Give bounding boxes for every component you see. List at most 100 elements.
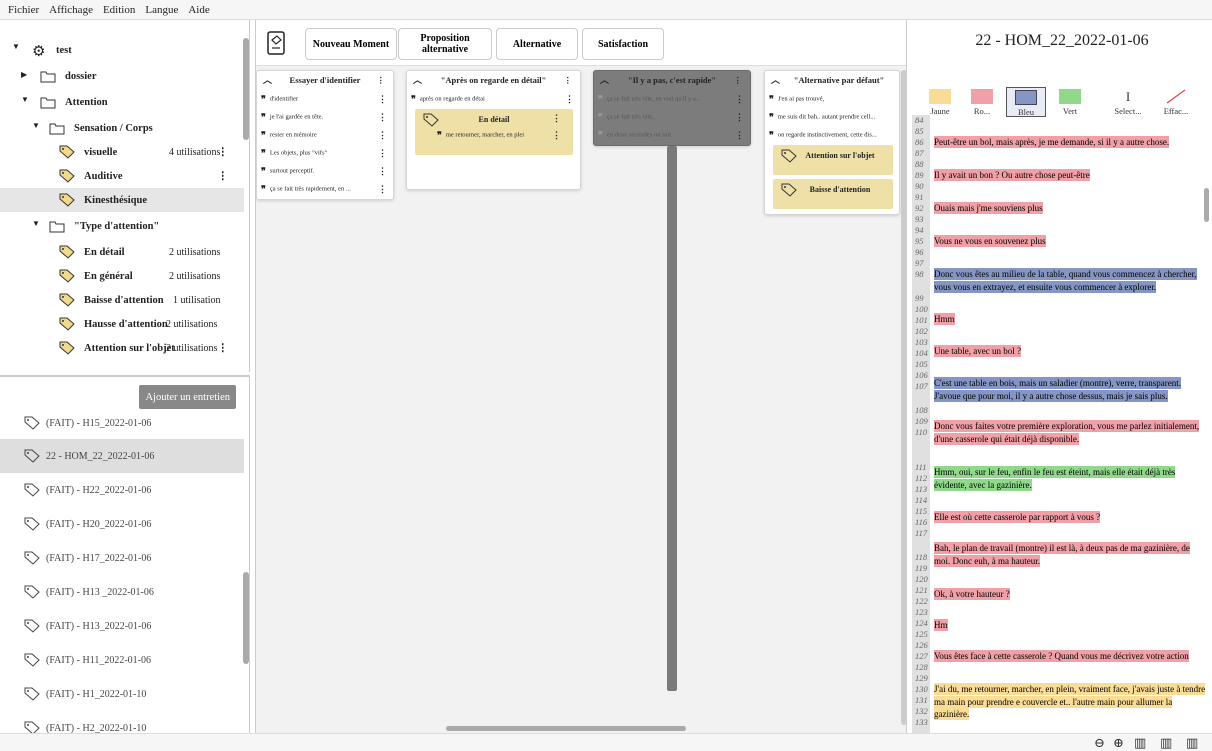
transcript-line[interactable]: Il y avait un bon ? Ou autre chose peut-… — [934, 169, 1206, 182]
transcript-text[interactable]: J'ai du, me retourner, marcher, en plein… — [934, 683, 1206, 720]
transcript-text[interactable]: Ouais mais j'me souviens plus — [934, 202, 1043, 214]
tree-item-hausse[interactable]: Hausse d'attention 2 utilisations — [0, 312, 244, 336]
moment-title[interactable]: "Après on regarde en détail" — [441, 75, 547, 85]
caret-down-icon[interactable]: ▼ — [12, 42, 20, 51]
interview-item[interactable]: (FAIT) - H11_2022-01-06 — [0, 643, 244, 677]
interview-item[interactable]: (FAIT) - H13 _2022-01-06 — [0, 575, 244, 609]
excerpt[interactable]: ❞ après on regarde en détai ⋮ — [411, 91, 576, 107]
tree-item-sensation[interactable]: ▼ Sensation / Corps — [0, 116, 244, 140]
board-vertical-scrollbar[interactable] — [901, 70, 906, 725]
tree-root[interactable]: ▼ ⚙ test — [0, 38, 244, 62]
tree-item-en-general[interactable]: En général 2 utilisations — [0, 264, 244, 288]
satisfaction-button[interactable]: Satisfaction — [582, 28, 664, 60]
interviews-scrollbar[interactable] — [243, 572, 249, 664]
transcript-text[interactable]: Une table, avec un bol ? — [934, 345, 1021, 357]
moment-card[interactable]: ︿ Essayer d'identifier ⋮ ❞ d'identifier ⋮ … — [256, 70, 394, 200]
interview-item-selected[interactable]: 22 - HOM_22_2022-01-06 — [0, 439, 244, 473]
more-options-icon[interactable]: ⋮ — [735, 127, 744, 143]
caret-right-icon[interactable]: ▶ — [21, 70, 27, 79]
more-options-icon[interactable]: ⋮ — [218, 170, 229, 182]
more-options-icon[interactable]: ⋮ — [218, 146, 229, 158]
transcript-text-area[interactable]: 84 85 86 87 88 89 90 91 92 93 94 95 96 9… — [912, 115, 1212, 733]
tree-item-dossier[interactable]: ▶ dossier — [0, 64, 244, 88]
excerpt[interactable]: ❞ ça se fait très vite, en voit qu'il y a… — [598, 91, 746, 107]
more-options-icon[interactable]: ⋮ — [564, 71, 573, 89]
alternative-proposal-button[interactable]: Proposition alternative — [398, 28, 492, 60]
more-options-icon[interactable]: ⋮ — [552, 127, 561, 143]
transcript-text[interactable]: Elle est où cette casserole par rapport … — [934, 511, 1101, 523]
more-options-icon[interactable]: ⋮ — [378, 145, 387, 161]
layout-columns-icon[interactable]: ▥ — [1160, 735, 1172, 751]
tag-box[interactable]: En détail ⋮ ❞ me retourner, marcher, en p… — [415, 109, 573, 155]
excerpt[interactable]: ❞ je l'ai gardée en tête. ⋮ — [261, 109, 389, 125]
transcript-text[interactable]: Hmm, oui, sur le feu, enfin le feu est é… — [934, 466, 1176, 491]
transcript-text[interactable]: Vous ne vous en souvenez plus — [934, 235, 1046, 247]
transcript-line[interactable]: Peut-être un bol, mais après, je me dema… — [934, 136, 1206, 149]
tree-item-type-attention[interactable]: ▼ "Type d'attention" — [0, 214, 244, 238]
menu-language[interactable]: Langue — [145, 4, 178, 16]
menu-file[interactable]: Fichier — [8, 4, 39, 16]
excerpt[interactable]: ❞ d'identifier ⋮ — [261, 91, 389, 107]
transcript-line[interactable]: Hmm — [934, 313, 1206, 326]
transcript-line[interactable]: Ok, à votre hauteur ? — [934, 588, 1206, 601]
more-options-icon[interactable]: ⋮ — [735, 91, 744, 107]
transcript-text[interactable]: Il y avait un bon ? Ou autre chose peut-… — [934, 169, 1090, 181]
excerpt[interactable]: ❞ Les objets, plus "vifs" ⋮ — [261, 145, 389, 161]
transcript-line[interactable]: Donc vous faites votre première explorat… — [934, 420, 1206, 445]
more-options-icon[interactable]: ⋮ — [218, 342, 229, 354]
transcript-line[interactable]: Ouais mais j'me souviens plus — [934, 202, 1206, 215]
more-options-icon[interactable]: ⋮ — [378, 163, 387, 179]
more-options-icon[interactable]: ⋮ — [735, 109, 744, 125]
tree-item-attention-objet[interactable]: Attention sur l'objet 2 utilisations ⋮ — [0, 336, 244, 360]
interview-item[interactable]: (FAIT) - H17_2022-01-06 — [0, 541, 244, 575]
transcript-text[interactable]: C'est une table en bois, mais un saladie… — [934, 377, 1182, 402]
new-moment-button[interactable]: Nouveau Moment — [305, 28, 397, 60]
transcript-line[interactable]: Elle est où cette casserole par rapport … — [934, 511, 1206, 524]
zoom-out-icon[interactable]: ⊖ — [1094, 735, 1105, 751]
moment-title[interactable]: "Il y a pas, c'est rapide" — [628, 75, 716, 85]
tree-item-auditive[interactable]: Auditive ⋮ — [0, 164, 244, 188]
more-options-icon[interactable]: ⋮ — [378, 109, 387, 125]
caret-down-icon[interactable]: ▼ — [21, 95, 29, 104]
more-options-icon[interactable]: ⋮ — [552, 113, 561, 124]
transcript-line[interactable]: Une table, avec un bol ? — [934, 345, 1206, 358]
menu-edit[interactable]: Edition — [103, 4, 135, 16]
highlight-blue-button[interactable]: Bleu — [1006, 87, 1046, 117]
excerpt[interactable]: ❞ ça se fait très vite, ⋮ — [598, 109, 746, 125]
tree-item-kinesthesique[interactable]: Kinesthésique — [0, 188, 244, 212]
transcript-line[interactable]: Vous êtes face à cette casserole ? Quand… — [934, 650, 1206, 663]
excerpt[interactable]: ❞ ça se fait très rapidement, en ... ⋮ — [261, 181, 389, 197]
collapse-icon[interactable]: ︿ — [600, 71, 609, 89]
transcript-line[interactable]: Hmm, oui, sur le feu, enfin le feu est é… — [934, 466, 1206, 491]
interview-item[interactable]: (FAIT) - H15_2022-01-06 — [0, 406, 244, 440]
transcript-line[interactable]: Donc vous êtes au milieu de la table, qu… — [934, 268, 1206, 293]
more-options-icon[interactable]: ⋮ — [734, 71, 743, 89]
moment-card[interactable]: ︿ "Après on regarde en détail" ⋮ ❞ après … — [406, 70, 581, 190]
moment-title[interactable]: "Alternative par défaut" — [794, 75, 885, 85]
excerpt[interactable]: ❞ rester en mémoire ⋮ — [261, 127, 389, 143]
caret-down-icon[interactable]: ▼ — [32, 219, 40, 228]
collapse-icon[interactable]: ︿ — [263, 71, 272, 89]
excerpt[interactable]: ❞ me retourner, marcher, en plei ⋮ — [437, 127, 567, 143]
more-options-icon[interactable]: ⋮ — [377, 71, 386, 89]
excerpt[interactable]: ❞ J'en ai pas trouvé, — [769, 91, 895, 107]
transcript-line[interactable]: Bah, le plan de travail (montre) il est … — [934, 542, 1206, 567]
transcript-text[interactable]: Bah, le plan de travail (montre) il est … — [934, 542, 1190, 567]
excerpt[interactable]: ❞ on regarde instinctivement, cette dis..… — [769, 127, 895, 143]
transcript-text[interactable]: Peut-être un bol, mais après, je me dema… — [934, 136, 1170, 148]
tree-item-visuelle[interactable]: visuelle 4 utilisations ⋮ — [0, 140, 244, 164]
tree-item-en-detail[interactable]: En détail 2 utilisations — [0, 240, 244, 264]
interview-item[interactable]: (FAIT) - H1_2022-01-10 — [0, 677, 244, 711]
drag-moment-icon[interactable] — [266, 30, 286, 56]
interview-item[interactable]: (FAIT) - H20_2022-01-06 — [0, 507, 244, 541]
transcript-text[interactable]: Donc vous faites votre première explorat… — [934, 420, 1200, 445]
transcript-text[interactable]: Donc vous êtes au milieu de la table, qu… — [934, 268, 1197, 293]
transcript-text[interactable]: Hmm — [934, 313, 955, 325]
transcript-text[interactable]: Vous êtes face à cette casserole ? Quand… — [934, 650, 1189, 662]
tag-box[interactable]: Attention sur l'objet — [773, 145, 893, 175]
transcript-scrollbar[interactable] — [1204, 188, 1209, 222]
tree-item-attention[interactable]: ▼ Attention — [0, 90, 244, 114]
interview-item[interactable]: (FAIT) - H13_2022-01-06 — [0, 609, 244, 643]
interview-item[interactable]: (FAIT) - H22_2022-01-06 — [0, 473, 244, 507]
more-options-icon[interactable]: ⋮ — [378, 127, 387, 143]
